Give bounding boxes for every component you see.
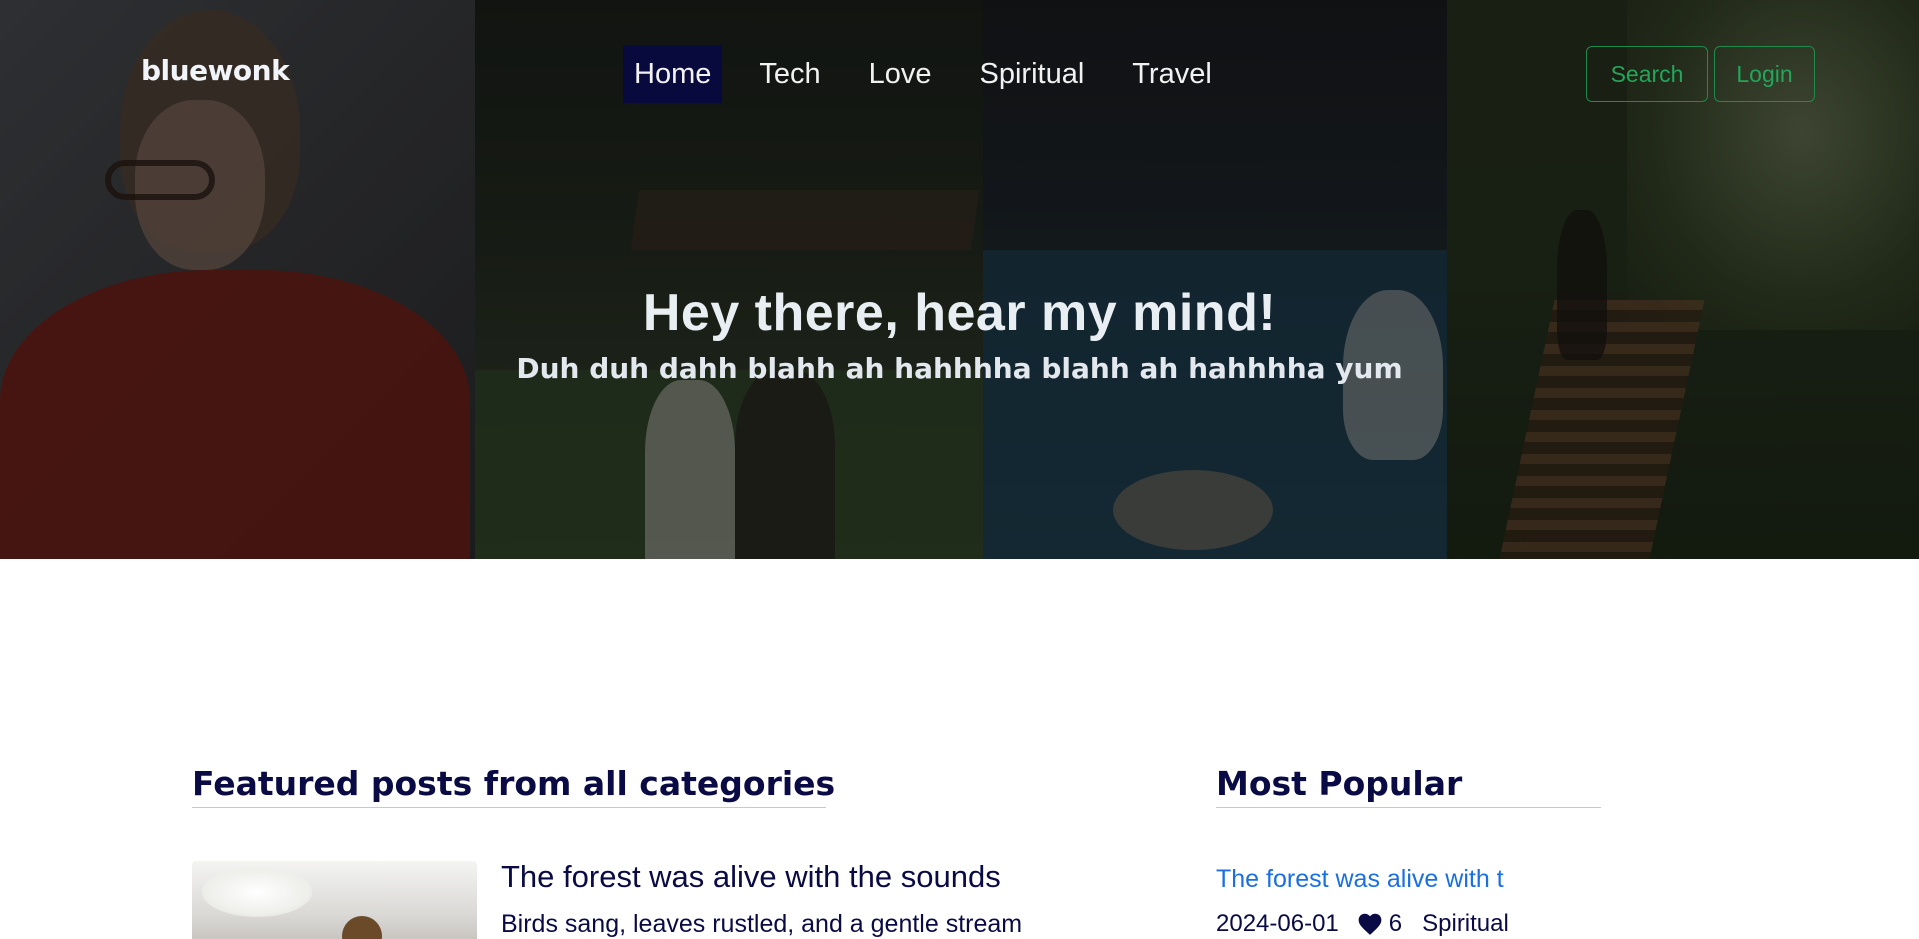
hero-banner: bluewonk Home Tech Love Spiritual Travel…	[0, 0, 1919, 559]
post-title[interactable]: The forest was alive with the sounds	[501, 859, 1001, 895]
main-nav: Home Tech Love Spiritual Travel	[623, 45, 1249, 103]
featured-heading: Featured posts from all categories	[192, 764, 835, 808]
like-count: 6	[1388, 910, 1403, 937]
brand-logo[interactable]: bluewonk	[141, 54, 290, 87]
popular-post-meta: 2024-06-01 6 Spiritual	[1216, 910, 1509, 938]
post-date: 2024-06-01	[1216, 910, 1339, 937]
nav-item-spiritual[interactable]: Spiritual	[969, 45, 1096, 103]
nav-item-travel[interactable]: Travel	[1121, 45, 1223, 103]
login-button[interactable]: Login	[1714, 46, 1815, 102]
popular-post-link[interactable]: The forest was alive with t	[1216, 865, 1504, 894]
nav-item-love[interactable]: Love	[858, 45, 943, 103]
post-excerpt: Birds sang, leaves rustled, and a gentle…	[501, 910, 1023, 938]
hero-subtitle: Duh duh dahh blahh ah hahhhha blahh ah h…	[516, 352, 1403, 385]
popular-heading: Most Popular	[1216, 764, 1601, 808]
heart-icon[interactable]	[1357, 912, 1383, 936]
nav-item-home[interactable]: Home	[623, 45, 723, 103]
hero-title: Hey there, hear my mind!	[642, 284, 1277, 342]
nav-item-tech[interactable]: Tech	[748, 45, 831, 103]
search-button[interactable]: Search	[1586, 46, 1708, 102]
post-thumbnail[interactable]	[192, 861, 477, 939]
post-category[interactable]: Spiritual	[1422, 910, 1509, 938]
